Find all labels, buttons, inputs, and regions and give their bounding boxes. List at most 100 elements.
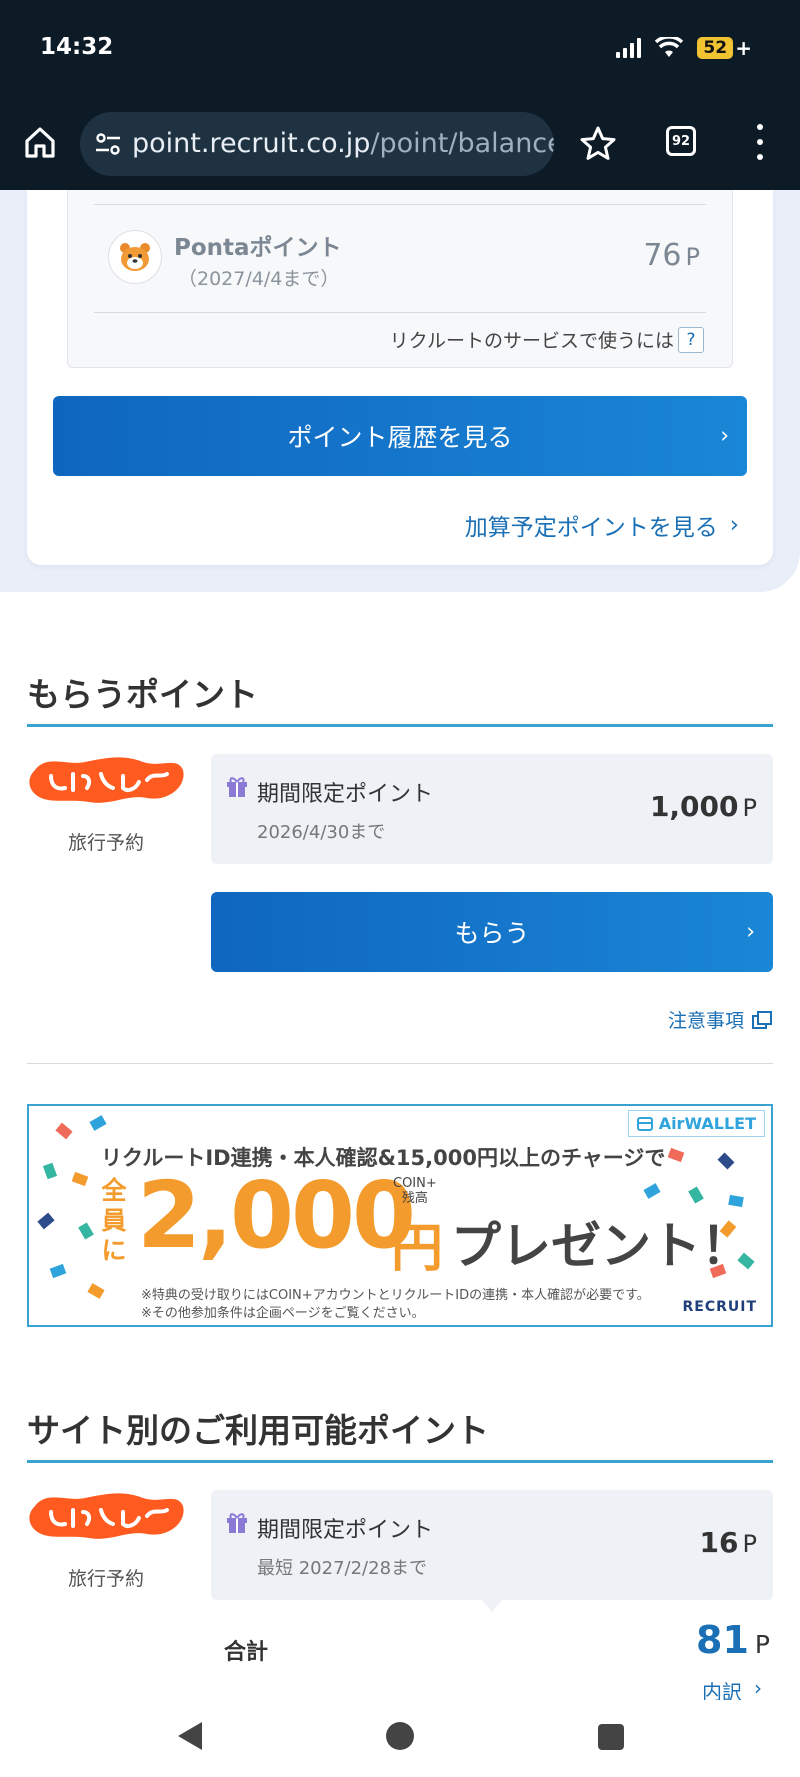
confetti-decoration bbox=[78, 1222, 94, 1240]
available-expiry: 最短 2027/2/28まで bbox=[257, 1558, 428, 1579]
gift-icon bbox=[227, 777, 247, 797]
confetti-decoration bbox=[42, 1162, 58, 1180]
tab-switcher-button[interactable]: 92 bbox=[666, 126, 696, 156]
divider bbox=[94, 204, 706, 205]
wallet-icon bbox=[636, 1116, 653, 1131]
address-bar[interactable]: point.recruit.co.jp/point/balanceRe bbox=[80, 112, 554, 176]
ponta-points-box: Pontaポイント （2027/4/4まで） 76 P リクルートのサービスで使う… bbox=[67, 190, 733, 368]
divider bbox=[27, 1063, 773, 1064]
banner-present: プレゼント！ bbox=[451, 1217, 751, 1275]
receive-button[interactable]: もらう › bbox=[211, 892, 773, 972]
section-rule bbox=[27, 724, 773, 727]
receive-button-label: もらう bbox=[454, 919, 530, 948]
receive-value-number: 1,000 bbox=[649, 790, 739, 823]
banner-note-2: ※その他参加条件は企画ページをご覧ください。 bbox=[141, 1306, 425, 1321]
status-bar: 14:32 52 + bbox=[0, 0, 800, 98]
chevron-right-icon: › bbox=[746, 919, 755, 945]
confetti-decoration bbox=[49, 1263, 67, 1279]
scheduled-points-link[interactable]: 加算予定ポイントを見る › bbox=[465, 508, 739, 542]
jalan-logo bbox=[29, 757, 184, 803]
ponta-name: Pontaポイント bbox=[174, 235, 342, 261]
divider bbox=[94, 312, 706, 313]
balance-card: Pontaポイント （2027/4/4まで） 76 P リクルートのサービスで使う… bbox=[27, 190, 773, 565]
ponta-help-text: リクルートのサービスで使うには bbox=[389, 330, 674, 352]
receive-point-label: 期間限定ポイント bbox=[257, 782, 434, 807]
confetti-decoration bbox=[688, 1186, 704, 1204]
scheduled-points-label: 加算予定ポイントを見る bbox=[464, 515, 718, 541]
status-time: 14:32 bbox=[40, 34, 114, 60]
point-history-button[interactable]: ポイント履歴を見る › bbox=[53, 396, 747, 476]
home-icon[interactable] bbox=[22, 124, 58, 160]
system-nav-bar bbox=[0, 1700, 800, 1777]
ponta-value-number: 76 bbox=[643, 238, 682, 273]
battery-level: 52 bbox=[697, 37, 734, 59]
total-unit: P bbox=[754, 1630, 770, 1659]
point-history-label: ポイント履歴を見る bbox=[287, 423, 513, 452]
total-label: 合計 bbox=[224, 1640, 269, 1665]
available-value-number: 16 bbox=[699, 1526, 739, 1559]
confetti-decoration bbox=[37, 1212, 55, 1230]
confetti-decoration bbox=[643, 1183, 661, 1199]
site-settings-icon[interactable] bbox=[94, 132, 122, 156]
available-offer-box: 期間限定ポイント 最短 2027/2/28まで 16 P bbox=[211, 1490, 773, 1600]
external-link-icon bbox=[752, 1010, 772, 1029]
url-path: /point/balanceRe bbox=[370, 128, 554, 159]
ponta-expiry: （2027/4/4まで） bbox=[178, 268, 340, 290]
banner-note-1: ※特典の受け取りにはCOIN+アカウントとリクルートIDの連携・本人確認が必要で… bbox=[141, 1288, 650, 1303]
receive-expiry: 2026/4/30まで bbox=[257, 822, 386, 843]
ponta-value: 76 P bbox=[643, 238, 700, 273]
banner-everyone: 全員に bbox=[101, 1176, 127, 1265]
url-text: point.recruit.co.jp/point/balanceRe bbox=[132, 128, 554, 159]
jalan-caption: 旅行予約 bbox=[67, 1568, 144, 1590]
browser-menu-icon[interactable] bbox=[752, 124, 768, 160]
wifi-icon bbox=[655, 37, 684, 57]
tab-count: 92 bbox=[671, 133, 691, 149]
airwallet-campaign-banner[interactable]: AirWALLET リクルートID連携・本人確認&15,000円以上のチャージで… bbox=[27, 1104, 773, 1327]
home-circle-icon[interactable] bbox=[386, 1722, 414, 1750]
receive-unit: P bbox=[742, 794, 757, 822]
question-icon[interactable]: ? bbox=[678, 326, 704, 353]
ponta-help-link[interactable]: リクルートのサービスで使うには ? bbox=[390, 326, 704, 353]
notice-link[interactable]: 注意事項 bbox=[668, 1006, 772, 1033]
pointer-arrow bbox=[480, 1598, 504, 1612]
available-point-label: 期間限定ポイント bbox=[257, 1518, 434, 1543]
status-icons: 52 + bbox=[616, 36, 752, 60]
banner-yen: 円 bbox=[391, 1219, 444, 1279]
receive-value: 1,000 P bbox=[650, 790, 757, 823]
receive-offer-box: 期間限定ポイント 2026/4/30まで 1,000 P bbox=[211, 754, 773, 864]
bookmark-star-icon[interactable] bbox=[578, 124, 618, 164]
ponta-logo-icon bbox=[108, 230, 162, 284]
confetti-decoration bbox=[87, 1283, 105, 1299]
confetti-decoration bbox=[55, 1122, 73, 1140]
coin-label-2: 残高 bbox=[401, 1191, 428, 1206]
total-value: 81 P bbox=[696, 1618, 770, 1662]
confetti-decoration bbox=[717, 1152, 735, 1170]
ponta-unit: P bbox=[685, 243, 700, 271]
browser-toolbar: point.recruit.co.jp/point/balanceRe 92 bbox=[0, 98, 800, 190]
section-rule bbox=[27, 1460, 773, 1463]
gift-icon bbox=[227, 1513, 247, 1533]
recent-apps-icon[interactable] bbox=[598, 1724, 624, 1750]
notice-label: 注意事項 bbox=[667, 1010, 744, 1032]
confetti-decoration bbox=[89, 1115, 107, 1131]
confetti-decoration bbox=[667, 1147, 685, 1163]
jalan-caption: 旅行予約 bbox=[67, 832, 144, 854]
coin-label-1: COIN+ bbox=[393, 1176, 437, 1191]
available-unit: P bbox=[742, 1530, 757, 1558]
confetti-decoration bbox=[71, 1171, 89, 1187]
total-value-number: 81 bbox=[696, 1618, 749, 1662]
jalan-logo bbox=[29, 1493, 184, 1539]
chevron-right-icon: › bbox=[720, 423, 729, 449]
available-value: 16 P bbox=[700, 1526, 757, 1559]
banner-coin-label: COIN+ 残高 bbox=[393, 1176, 437, 1206]
airwallet-brand: AirWALLET bbox=[627, 1110, 765, 1137]
airwallet-label: AirWALLET bbox=[658, 1114, 756, 1133]
chevron-right-icon: › bbox=[729, 512, 739, 538]
signal-icon bbox=[616, 38, 642, 58]
receive-points-title: もらうポイント bbox=[27, 675, 258, 714]
banner-amount: 2,000 bbox=[137, 1162, 416, 1269]
back-icon[interactable] bbox=[178, 1722, 202, 1750]
available-points-title: サイト別のご利用可能ポイント bbox=[27, 1411, 489, 1450]
battery-icon: 52 + bbox=[697, 36, 752, 60]
url-domain: point.recruit.co.jp bbox=[132, 128, 371, 159]
